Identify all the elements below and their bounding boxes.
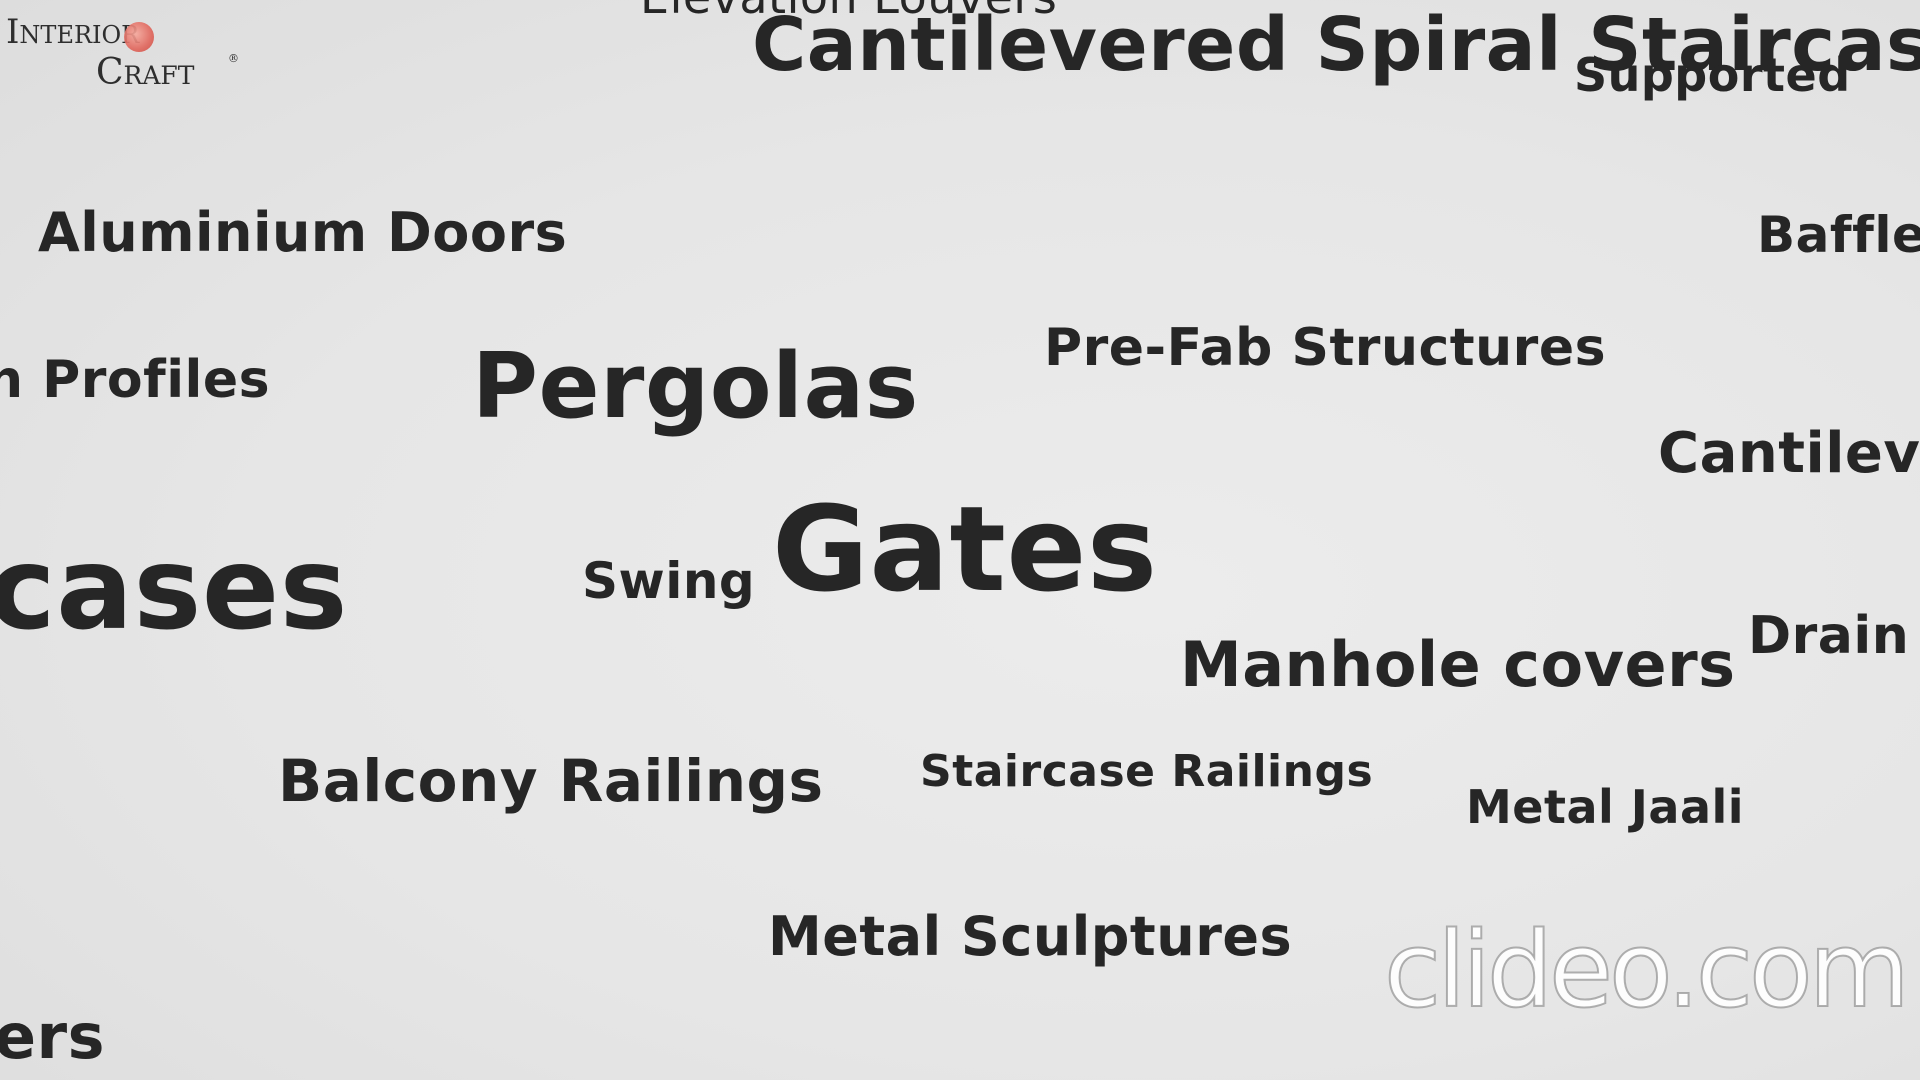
word-gates: Gates — [772, 480, 1158, 618]
word-manhole-covers: Manhole covers — [1180, 628, 1736, 701]
word-cantilev: Cantilev — [1658, 421, 1920, 486]
word-metal-sculptures: Metal Sculptures — [768, 905, 1293, 968]
word-swing: Swing — [582, 552, 756, 610]
word-baffle: Baffle — [1757, 206, 1920, 264]
interior-craft-logo: Interior Craft ® — [6, 8, 246, 100]
logo-sun-icon — [124, 22, 154, 52]
clideo-watermark: clideo.com — [1383, 909, 1911, 1031]
word-supported: Supported — [1574, 48, 1851, 102]
logo-registered-mark: ® — [228, 52, 239, 65]
logo-line-2: Craft — [96, 52, 195, 93]
word-cloud-canvas: Interior Craft ® Elevation Louvers Canti… — [0, 0, 1920, 1080]
word-aluminium-doors: Aluminium Doors — [38, 201, 568, 264]
word-pergolas: Pergolas — [472, 334, 919, 439]
word-metal-jaali: Metal Jaali — [1466, 780, 1745, 834]
word-staircase-railings: Staircase Railings — [920, 746, 1374, 797]
word-ers: ers — [0, 1000, 106, 1073]
word-balcony-railings: Balcony Railings — [278, 747, 824, 815]
word-profiles: n Profiles — [0, 350, 271, 410]
logo-line-1: Interior — [6, 12, 140, 52]
word-drain: Drain — [1748, 606, 1910, 666]
word-cases: cases — [0, 522, 349, 655]
word-prefab-structures: Pre-Fab Structures — [1044, 318, 1607, 378]
